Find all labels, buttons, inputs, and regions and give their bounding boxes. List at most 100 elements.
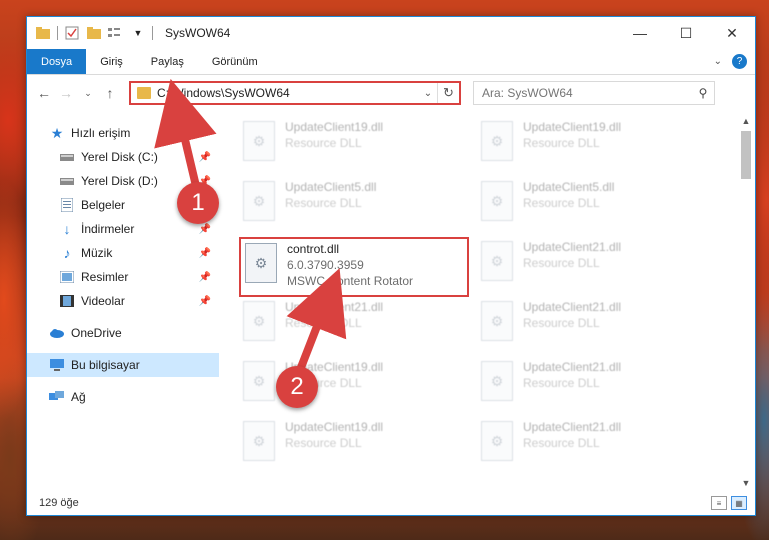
star-icon: ★ — [50, 124, 64, 141]
file-item[interactable]: ⚙ UpdateClient19.dll Resource DLL — [239, 417, 469, 475]
tab-home[interactable]: Giriş — [86, 49, 137, 74]
nav-label: Resimler — [81, 270, 129, 284]
step-1-badge: 1 — [177, 182, 219, 224]
tab-share[interactable]: Paylaş — [137, 49, 198, 74]
new-folder-icon[interactable] — [86, 25, 102, 41]
file-item[interactable]: ⚙ UpdateClient5.dll Resource DLL — [239, 177, 469, 235]
pictures-icon — [59, 269, 75, 285]
search-box[interactable]: ⚲ — [473, 81, 715, 105]
address-path[interactable]: C:\Windows\SysWOW64 — [157, 86, 419, 100]
pin-icon[interactable]: 📌 — [199, 248, 211, 259]
file-description: Resource DLL — [285, 316, 362, 330]
customize-toolbar-icon[interactable] — [108, 25, 124, 41]
help-icon[interactable]: ? — [732, 54, 747, 69]
back-button[interactable]: ← — [33, 82, 55, 104]
file-item[interactable]: ⚙ UpdateClient19.dll Resource DLL — [239, 117, 469, 175]
status-bar: 129 öğe ≡ ▦ — [27, 491, 755, 515]
file-item[interactable]: ⚙ UpdateClient21.dll Resource DLL — [477, 357, 707, 415]
file-description: Resource DLL — [285, 436, 362, 450]
dll-file-icon: ⚙ — [243, 301, 275, 341]
ribbon-tabs: Dosya Giriş Paylaş Görünüm ⌄ ? — [27, 49, 755, 75]
maximize-button[interactable]: ☐ — [663, 17, 709, 49]
refresh-button[interactable]: ↻ — [437, 83, 459, 103]
pin-icon[interactable]: 📌 — [199, 272, 211, 283]
file-explorer-window: ▼ SysWOW64 — ☐ ✕ Dosya Giriş Paylaş Görü… — [26, 16, 756, 516]
address-bar[interactable]: C:\Windows\SysWOW64 ⌄ ↻ — [129, 81, 461, 105]
scroll-down-icon[interactable]: ▼ — [737, 475, 755, 491]
nav-item-drive-c[interactable]: Yerel Disk (C:) 📌 — [27, 145, 219, 169]
nav-item-pictures[interactable]: Resimler 📌 — [27, 265, 219, 289]
nav-onedrive[interactable]: OneDrive — [27, 321, 219, 345]
nav-label: Yerel Disk (D:) — [81, 174, 158, 188]
nav-quick-access[interactable]: ★ Hızlı erişim — [27, 121, 219, 145]
main-panes: ★ Hızlı erişim Yerel Disk (C:) 📌 Yerel D… — [27, 113, 755, 491]
file-item[interactable]: ⚙ UpdateClient21.dll Resource DLL — [477, 297, 707, 355]
nav-label: Belgeler — [81, 198, 126, 212]
forward-button[interactable]: → — [55, 82, 77, 104]
dll-file-icon: ⚙ — [481, 121, 513, 161]
tiles-view-icon[interactable]: ▦ — [731, 496, 747, 510]
music-icon: ♪ — [63, 245, 71, 261]
scroll-up-icon[interactable]: ▲ — [737, 113, 755, 129]
title-bar: ▼ SysWOW64 — ☐ ✕ — [27, 17, 755, 49]
vertical-scrollbar[interactable]: ▲ ▼ — [737, 113, 755, 491]
navigation-bar: ← → ⌄ ↑ C:\Windows\SysWOW64 ⌄ ↻ ⚲ — [27, 75, 755, 111]
properties-icon[interactable] — [64, 25, 80, 41]
file-description: Resource DLL — [523, 376, 600, 390]
file-name: controt.dll — [287, 242, 340, 256]
chevron-down-icon[interactable]: ⌄ — [419, 88, 437, 99]
file-item[interactable]: ⚙ UpdateClient19.dll Resource DLL — [239, 357, 469, 415]
file-item[interactable]: ⚙ UpdateClient21.dll Resource DLL — [477, 237, 707, 295]
chevron-down-icon[interactable]: ▼ — [130, 25, 146, 41]
file-name: UpdateClient21.dll — [285, 300, 384, 314]
file-name: UpdateClient21.dll — [523, 300, 622, 314]
details-view-icon[interactable]: ≡ — [711, 496, 727, 510]
search-icon[interactable]: ⚲ — [692, 86, 714, 100]
close-button[interactable]: ✕ — [709, 17, 755, 49]
file-name: UpdateClient19.dll — [523, 120, 622, 134]
dll-file-icon: ⚙ — [481, 181, 513, 221]
file-description: Resource DLL — [523, 436, 600, 450]
computer-icon — [49, 357, 65, 373]
file-item[interactable]: ⚙ UpdateClient21.dll Resource DLL — [477, 417, 707, 475]
file-item[interactable]: ⚙ UpdateClient21.dll Resource DLL — [239, 297, 469, 355]
nav-label: İndirmeler — [81, 222, 135, 236]
file-description: Resource DLL — [523, 316, 600, 330]
folder-icon — [137, 87, 151, 99]
file-item[interactable]: ⚙ UpdateClient5.dll Resource DLL — [477, 177, 707, 235]
file-list: ⚙ UpdateClient19.dll Resource DLL ⚙ Updat… — [219, 113, 755, 491]
nav-label: OneDrive — [71, 326, 122, 340]
recent-locations-button[interactable]: ⌄ — [77, 82, 99, 104]
file-item-controt[interactable]: ⚙ controt.dll 6.0.3790.3959 MSWC Content… — [239, 237, 469, 297]
minimize-button[interactable]: — — [617, 17, 663, 49]
expand-ribbon-icon[interactable]: ⌄ — [714, 56, 722, 67]
file-name: UpdateClient5.dll — [523, 180, 615, 194]
nav-item-music[interactable]: ♪ Müzik 📌 — [27, 241, 219, 265]
tab-file[interactable]: Dosya — [27, 49, 87, 74]
nav-this-pc[interactable]: Bu bilgisayar — [27, 353, 219, 377]
folder-icon — [35, 25, 51, 41]
tab-view[interactable]: Görünüm — [198, 49, 272, 74]
scrollbar-thumb[interactable] — [741, 131, 751, 179]
nav-item-videos[interactable]: Videolar 📌 — [27, 289, 219, 313]
file-name: UpdateClient19.dll — [285, 120, 384, 134]
file-name: UpdateClient21.dll — [523, 420, 622, 434]
pin-icon[interactable]: 📌 — [199, 296, 211, 307]
nav-label: Ağ — [71, 390, 86, 404]
separator — [57, 26, 58, 40]
nav-network[interactable]: Ağ — [27, 385, 219, 409]
file-item[interactable]: ⚙ UpdateClient19.dll Resource DLL — [477, 117, 707, 175]
file-name: UpdateClient21.dll — [523, 360, 622, 374]
up-button[interactable]: ↑ — [99, 82, 121, 104]
pin-icon[interactable]: 📌 — [199, 224, 211, 235]
dll-file-icon: ⚙ — [481, 301, 513, 341]
pin-icon[interactable]: 📌 — [199, 152, 211, 163]
dll-file-icon: ⚙ — [243, 421, 275, 461]
file-description: Resource DLL — [523, 136, 600, 150]
file-name: UpdateClient5.dll — [285, 180, 377, 194]
dll-file-icon: ⚙ — [481, 241, 513, 281]
search-input[interactable] — [482, 86, 692, 100]
videos-icon — [59, 293, 75, 309]
nav-label: Videolar — [81, 294, 125, 308]
ribbon-right: ⌄ ? — [714, 49, 755, 74]
